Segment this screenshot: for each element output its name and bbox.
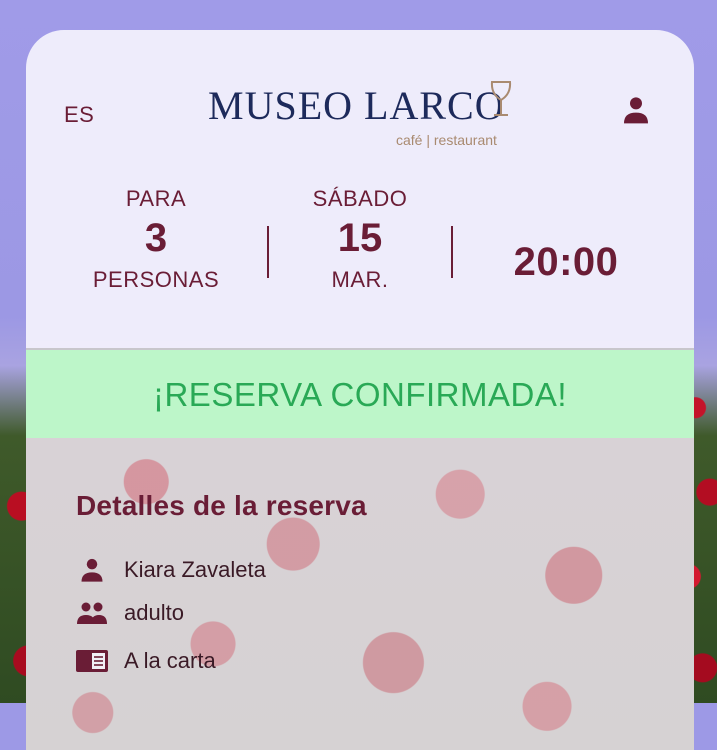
reservation-card: ES MUSEO LARCO café | restaurant PARA 3 …	[26, 30, 694, 750]
logo-subtitle: café | restaurant	[396, 132, 497, 148]
user-icon	[624, 97, 648, 124]
confirmation-banner: ¡RESERVA CONFIRMADA!	[26, 348, 694, 440]
reservation-time: 20:00	[513, 240, 619, 284]
language-selector[interactable]: ES	[64, 102, 94, 128]
party-size-label-bottom: PERSONAS	[92, 267, 220, 292]
guest-type-row: adulto	[74, 600, 184, 626]
menu-type: A la carta	[124, 648, 216, 673]
reservation-details: Detalles de la reserva Kiara Zavaleta ad…	[26, 438, 694, 750]
summary-divider	[451, 226, 453, 278]
group-icon	[74, 600, 110, 626]
reservation-date: SÁBADO 15 MAR.	[280, 186, 440, 296]
person-icon	[74, 556, 110, 584]
details-title: Detalles de la reserva	[76, 490, 367, 521]
header: ES MUSEO LARCO café | restaurant	[26, 30, 694, 178]
logo: MUSEO LARCO café | restaurant	[208, 78, 528, 158]
menu-type-row: A la carta	[74, 648, 216, 674]
wine-glass-icon	[490, 81, 512, 116]
menu-book-icon	[74, 648, 110, 674]
weekday: SÁBADO	[312, 186, 408, 211]
account-button[interactable]	[618, 92, 654, 128]
month: MAR.	[331, 267, 389, 292]
party-size-count: 3	[144, 216, 168, 260]
party-size-label-top: PARA	[125, 186, 187, 211]
day-number: 15	[337, 216, 383, 260]
reservation-summary: PARA 3 PERSONAS SÁBADO 15 MAR. 20:00	[26, 178, 694, 348]
guest-name-row: Kiara Zavaleta	[74, 556, 266, 584]
guest-name: Kiara Zavaleta	[124, 557, 266, 582]
summary-divider	[267, 226, 269, 278]
guest-type: adulto	[124, 600, 184, 625]
logo-title: MUSEO LARCO	[208, 83, 505, 128]
confirmation-message: ¡RESERVA CONFIRMADA!	[152, 376, 567, 413]
party-size: PARA 3 PERSONAS	[66, 186, 246, 296]
